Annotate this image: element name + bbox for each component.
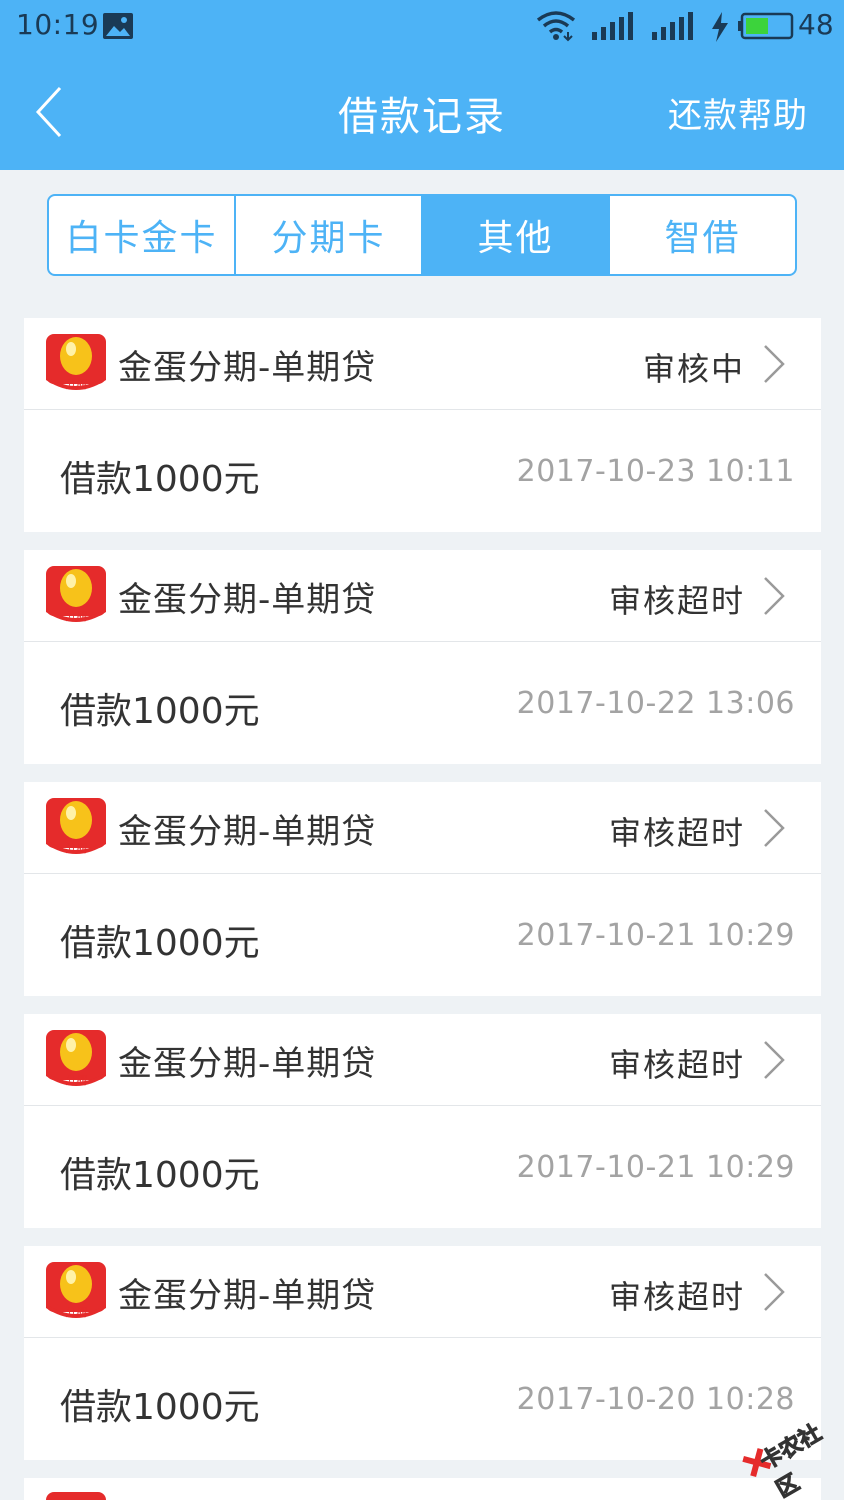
logo-text: 分期 bbox=[65, 842, 87, 855]
logo-text: 分期 bbox=[65, 1306, 87, 1319]
loan-datetime: 2017-10-23 10:11 bbox=[516, 454, 795, 489]
gallery-icon bbox=[103, 13, 133, 39]
chevron-right-icon bbox=[764, 577, 785, 615]
status-text: 审核中 bbox=[642, 350, 745, 388]
golden-egg-logo-icon: 分期 bbox=[46, 566, 106, 623]
status-time: 10:19 bbox=[16, 8, 100, 41]
loan-record-card[interactable]: 分期 金蛋分期-单期贷 审核超时 借款1000元 2017-10-21 10:2… bbox=[24, 1014, 821, 1228]
logo-text: 分期 bbox=[65, 1074, 87, 1087]
battery-icon bbox=[738, 12, 794, 40]
card-header: 分期 金蛋分期-单期贷 审核超时 bbox=[24, 1014, 821, 1106]
tab-smart-loan[interactable]: 智借 bbox=[610, 196, 795, 274]
loan-record-list: 分期 金蛋分期-单期贷 审核中 借款1000元 2017-10-23 10:11… bbox=[24, 318, 821, 1500]
loan-record-card-partial[interactable] bbox=[24, 1478, 821, 1500]
loan-amount: 借款1000元 bbox=[60, 923, 260, 964]
card-header: 分期 金蛋分期-单期贷 审核超时 bbox=[24, 1246, 821, 1338]
status-text: 审核超时 bbox=[608, 1046, 745, 1084]
app-header: 10:19 48 借款记录 还款帮助 bbox=[0, 0, 844, 170]
loan-datetime: 2017-10-21 10:29 bbox=[516, 918, 795, 953]
chevron-right-icon bbox=[764, 345, 785, 383]
charging-bolt-icon bbox=[712, 12, 728, 42]
product-name: 金蛋分期-单期贷 bbox=[118, 1276, 377, 1316]
tab-other[interactable]: 其他 bbox=[423, 196, 610, 274]
card-header: 分期 金蛋分期-单期贷 审核超时 bbox=[24, 782, 821, 874]
card-header: 分期 金蛋分期-单期贷 审核中 bbox=[24, 318, 821, 410]
wifi-icon bbox=[536, 11, 576, 42]
product-name: 金蛋分期-单期贷 bbox=[118, 812, 377, 852]
chevron-right-icon bbox=[764, 1041, 785, 1079]
product-name: 金蛋分期-单期贷 bbox=[118, 348, 377, 388]
status-text: 审核超时 bbox=[608, 582, 745, 620]
loan-amount: 借款1000元 bbox=[60, 691, 260, 732]
battery-level: 48 bbox=[798, 8, 834, 41]
golden-egg-logo-icon: 分期 bbox=[46, 1262, 106, 1319]
loan-record-card[interactable]: 分期 金蛋分期-单期贷 审核中 借款1000元 2017-10-23 10:11 bbox=[24, 318, 821, 532]
tab-white-gold-card[interactable]: 白卡金卡 bbox=[49, 196, 236, 274]
golden-egg-logo-icon: 分期 bbox=[46, 334, 106, 391]
chevron-right-icon bbox=[764, 809, 785, 847]
product-name: 金蛋分期-单期贷 bbox=[118, 580, 377, 620]
chevron-right-icon bbox=[764, 1273, 785, 1311]
category-tabs: 白卡金卡 分期卡 其他 智借 bbox=[47, 194, 797, 276]
loan-record-card[interactable]: 分期 金蛋分期-单期贷 审核超时 借款1000元 2017-10-22 13:0… bbox=[24, 550, 821, 764]
status-text: 审核超时 bbox=[608, 1278, 745, 1316]
loan-amount: 借款1000元 bbox=[60, 1387, 260, 1428]
product-name: 金蛋分期-单期贷 bbox=[118, 1044, 377, 1084]
status-bar: 10:19 48 bbox=[0, 0, 844, 54]
signal-icon bbox=[592, 12, 633, 40]
status-text: 审核超时 bbox=[608, 814, 745, 852]
loan-amount: 借款1000元 bbox=[60, 1155, 260, 1196]
tab-installment-card[interactable]: 分期卡 bbox=[236, 196, 423, 274]
card-header: 分期 金蛋分期-单期贷 审核超时 bbox=[24, 550, 821, 642]
loan-amount: 借款1000元 bbox=[60, 459, 260, 500]
loan-datetime: 2017-10-20 10:28 bbox=[516, 1382, 795, 1417]
golden-egg-logo-icon: 分期 bbox=[46, 798, 106, 855]
nav-bar: 借款记录 还款帮助 bbox=[0, 54, 844, 170]
signal-icon bbox=[652, 12, 693, 40]
logo-text: 分期 bbox=[65, 610, 87, 623]
loan-datetime: 2017-10-22 13:06 bbox=[516, 686, 795, 721]
loan-record-card[interactable]: 分期 金蛋分期-单期贷 审核超时 借款1000元 2017-10-20 10:2… bbox=[24, 1246, 821, 1460]
loan-datetime: 2017-10-21 10:29 bbox=[516, 1150, 795, 1185]
golden-egg-logo-icon bbox=[46, 1492, 106, 1500]
golden-egg-logo-icon: 分期 bbox=[46, 1030, 106, 1087]
logo-text: 分期 bbox=[65, 378, 87, 391]
watermark-text: 卡农社区 bbox=[756, 1420, 827, 1500]
repayment-help-link[interactable]: 还款帮助 bbox=[668, 88, 808, 137]
loan-record-card[interactable]: 分期 金蛋分期-单期贷 审核超时 借款1000元 2017-10-21 10:2… bbox=[24, 782, 821, 996]
